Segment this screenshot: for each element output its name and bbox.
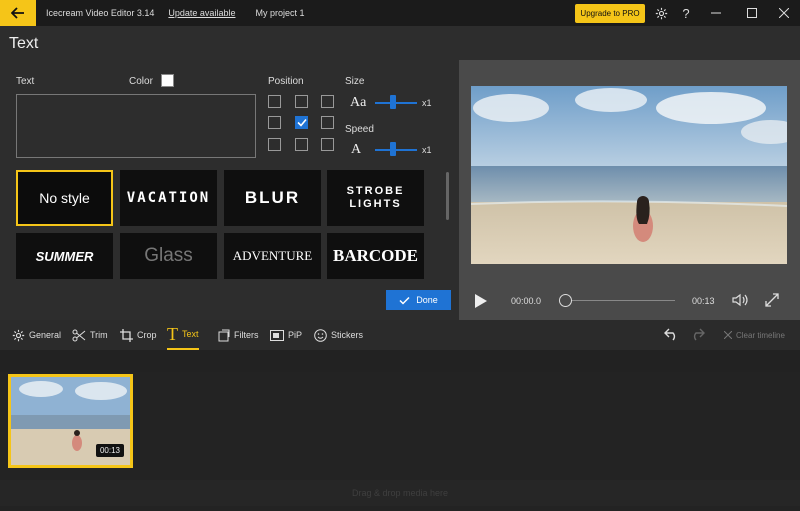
crop-icon [120,328,133,342]
clear-timeline-button[interactable]: Clear timeline [724,320,785,350]
tool-label: Crop [137,330,157,340]
tool-crop[interactable]: Crop [120,320,157,350]
tool-stickers[interactable]: Stickers [314,320,363,350]
close-icon[interactable] [776,0,792,26]
done-button[interactable]: Done [386,290,451,310]
back-arrow-icon [11,7,24,19]
size-slider-knob[interactable] [390,95,396,109]
redo-icon[interactable] [690,328,705,341]
back-button[interactable] [0,0,36,26]
style-no-style[interactable]: No style [16,170,113,226]
style-summer[interactable]: SUMMER [16,233,113,279]
clip-duration: 00:13 [95,444,124,457]
scissors-icon [72,329,86,341]
player-controls: 00:00.0 00:13 [459,282,800,320]
fullscreen-icon[interactable] [765,293,779,307]
speed-slider-track[interactable] [375,149,417,151]
style-barcode[interactable]: BARCODE [327,233,424,279]
position-top-left[interactable] [268,95,281,108]
position-top-center[interactable] [295,95,308,108]
titlebar: Icecream Video Editor 3.14 Update availa… [0,0,800,26]
undo-icon[interactable] [664,328,679,341]
speed-value: x1 [422,145,432,155]
position-bottom-left[interactable] [268,138,281,151]
tool-label: Text [182,329,199,339]
sticker-icon [314,328,327,342]
timeline-ruler [0,350,800,372]
update-available-link[interactable]: Update available [168,8,235,18]
speed-slider-knob[interactable] [390,142,396,156]
seek-knob[interactable] [559,294,572,307]
settings-gear-icon[interactable] [652,0,670,26]
position-middle-left[interactable] [268,116,281,129]
position-middle-right[interactable] [321,116,334,129]
style-strobe-lights[interactable]: STROBE LIGHTS [327,170,424,226]
tool-label: Trim [90,330,108,340]
text-color-swatch[interactable] [161,74,174,87]
page-title: Text [0,26,800,60]
filters-icon [218,329,230,341]
volume-icon[interactable] [732,293,748,307]
project-name: My project 1 [255,8,305,18]
color-label: Color [129,76,153,87]
seek-track[interactable] [563,300,675,301]
style-vacation[interactable]: VACATION [120,170,217,226]
text-input[interactable] [16,94,256,158]
size-slider-track[interactable] [375,102,417,104]
drop-media-hint: Drag & drop media here [0,480,800,506]
checkmark-icon [399,296,410,305]
position-label: Position [268,76,304,87]
styles-scrollbar[interactable] [446,172,449,220]
done-label: Done [416,295,438,305]
tool-label: Stickers [331,330,364,340]
position-bottom-right[interactable] [321,138,334,151]
size-aa-icon: Aa [350,95,367,110]
position-middle-center[interactable] [295,116,308,129]
duration: 00:13 [692,296,715,306]
maximize-icon[interactable] [744,0,760,26]
speed-label: Speed [345,124,374,135]
speed-a-icon: A [351,142,362,157]
text-icon: T [167,323,178,344]
upgrade-to-pro-button[interactable]: Upgrade to PRO [575,4,645,23]
pip-icon [270,329,284,341]
minimize-icon[interactable] [708,0,724,26]
help-icon[interactable]: ? [678,0,694,26]
tool-label: General [29,330,62,340]
style-glass[interactable]: Glass [120,233,217,279]
checkmark-icon [296,118,307,127]
clear-timeline-label: Clear timeline [736,330,785,340]
current-time: 00:00.0 [511,296,542,306]
tool-text[interactable]: T Text [167,320,199,350]
tool-label: Filters [234,330,259,340]
app-window: Icecream Video Editor 3.14 Update availa… [0,0,800,511]
tool-general[interactable]: General [12,320,61,350]
editor-toolbar: General Trim Crop T Text Filters PiP Sti… [0,320,800,350]
timeline-clip[interactable]: 00:13 [8,374,133,468]
text-label: Text [16,76,35,87]
close-icon [724,331,732,339]
tool-pip[interactable]: PiP [270,320,302,350]
style-adventure[interactable]: ADVENTURE [224,233,321,279]
tool-label: PiP [288,330,303,340]
app-title: Icecream Video Editor 3.14 [46,8,155,18]
position-bottom-center[interactable] [295,138,308,151]
gear-icon [12,329,25,341]
position-top-right[interactable] [321,95,334,108]
tool-filters[interactable]: Filters [218,320,259,350]
video-preview [471,86,787,264]
play-icon[interactable] [475,294,487,308]
style-blur[interactable]: BLUR [224,170,321,226]
tool-trim[interactable]: Trim [72,320,108,350]
size-label: Size [345,76,365,87]
size-value: x1 [422,98,432,108]
